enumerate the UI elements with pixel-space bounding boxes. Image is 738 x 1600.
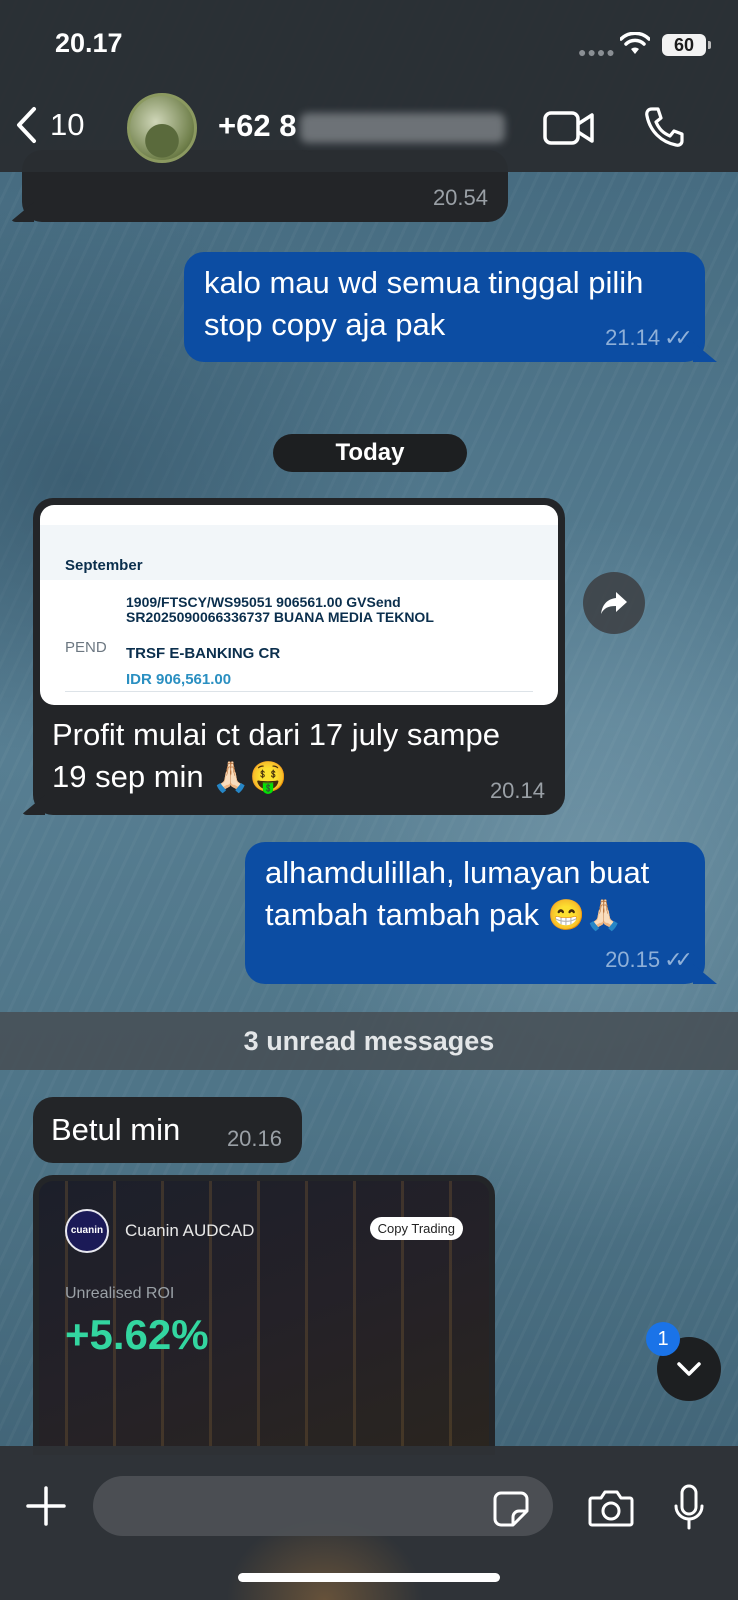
message-bubble-outgoing[interactable]: kalo mau wd semua tinggal pilih stop cop… xyxy=(184,252,705,362)
message-time: 20.14 xyxy=(489,778,545,803)
video-call-icon[interactable] xyxy=(543,110,595,146)
strategy-name: Cuanin AUDCAD xyxy=(125,1221,255,1240)
message-input[interactable] xyxy=(93,1476,553,1536)
wifi-icon xyxy=(620,32,650,54)
unread-chats-count: 10 xyxy=(50,107,85,142)
message-text: 19 sep min xyxy=(52,759,204,794)
message-bubble-incoming[interactable]: Betul min 20.16 xyxy=(33,1097,302,1163)
transaction-ref: SR2025090066336737 BUANA MEDIA TEKNOL xyxy=(126,609,434,625)
statement-month: September xyxy=(40,525,558,580)
plus-icon[interactable] xyxy=(26,1486,66,1526)
contact-name[interactable]: +62 8 xyxy=(218,108,506,144)
unread-messages-bar: 3 unread messages xyxy=(0,1012,738,1070)
forward-icon xyxy=(601,592,627,614)
avatar[interactable] xyxy=(127,93,197,163)
transaction-ref: 1909/FTSCY/WS95051 906561.00 GVSend xyxy=(126,594,401,610)
message-time: 20.16 xyxy=(226,1126,282,1151)
chevron-left-icon xyxy=(17,107,36,143)
copy-trading-badge: Copy Trading xyxy=(369,1217,463,1240)
trading-screenshot[interactable]: cuanin Cuanin AUDCAD Copy Trading Unreal… xyxy=(39,1181,489,1449)
transaction-screenshot[interactable]: September PEND 1909/FTSCY/WS95051 906561… xyxy=(40,505,558,705)
camera-icon[interactable] xyxy=(588,1489,634,1527)
forward-button[interactable] xyxy=(583,572,645,634)
chevron-down-icon xyxy=(677,1362,701,1376)
message-text: Betul min xyxy=(51,1112,181,1147)
back-button[interactable]: 10 xyxy=(14,105,84,145)
phone-icon[interactable] xyxy=(643,106,685,148)
roi-value: +5.62% xyxy=(65,1311,209,1358)
emoji: 🙏🏻🤑 xyxy=(212,761,287,794)
cellular-signal-icon: ●●●● xyxy=(578,44,616,60)
message-bubble-incoming-image[interactable]: September PEND 1909/FTSCY/WS95051 906561… xyxy=(33,498,565,815)
home-indicator[interactable] xyxy=(238,1573,500,1582)
transaction-amount: IDR 906,561.00 xyxy=(126,671,232,688)
status-time: 20.17 xyxy=(55,28,123,58)
date-separator: Today xyxy=(273,434,467,472)
message-text: kalo mau wd semua tinggal pilih xyxy=(204,265,644,300)
message-time: 21.14 xyxy=(605,325,661,350)
roi-label: Unrealised ROI xyxy=(65,1285,175,1302)
microphone-icon[interactable] xyxy=(673,1484,705,1532)
transaction-status: PEND xyxy=(65,639,107,656)
chat-header: 20.17 ●●●● 60 10 +62 8 xyxy=(0,0,738,172)
message-time: 20.54 xyxy=(432,185,488,210)
message-text: tambah tambah pak xyxy=(265,897,540,932)
read-checks-icon: ✓✓ xyxy=(664,325,693,350)
redacted-number xyxy=(300,112,506,143)
message-bubble-outgoing[interactable]: alhamdulillah, lumayan buat tambah tamba… xyxy=(245,842,705,984)
unread-count-badge: 1 xyxy=(646,1322,680,1356)
battery-indicator: 60 xyxy=(662,34,711,56)
message-text: alhamdulillah, lumayan buat xyxy=(265,855,650,890)
message-bubble-incoming-image[interactable]: cuanin Cuanin AUDCAD Copy Trading Unreal… xyxy=(33,1175,495,1455)
sticker-icon[interactable] xyxy=(493,1491,529,1527)
emoji: 😁🙏🏻 xyxy=(547,899,623,932)
cuanin-logo: cuanin xyxy=(65,1209,109,1253)
read-checks-icon: ✓✓ xyxy=(664,947,693,972)
divider xyxy=(65,691,533,692)
message-time: 20.15 xyxy=(605,947,661,972)
message-text: Profit mulai ct dari 17 july sampe xyxy=(52,717,500,752)
